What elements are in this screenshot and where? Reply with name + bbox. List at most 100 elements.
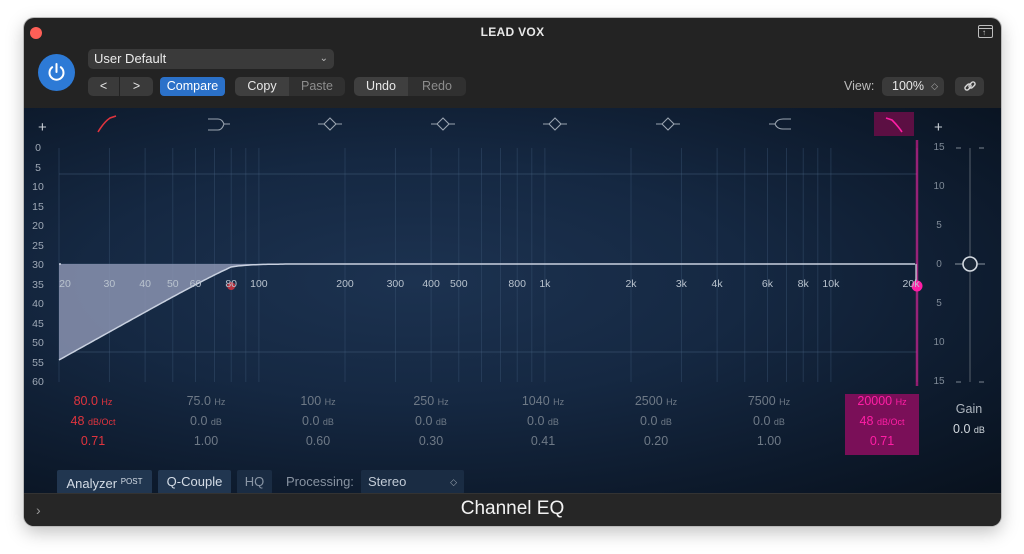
band-1-freq[interactable]: 80.0 Hz — [48, 394, 138, 408]
band-unit: dB — [660, 417, 672, 427]
band-value: 1.00 — [756, 434, 782, 448]
band-7-gain[interactable]: 0.0 dB — [724, 414, 814, 428]
freq-label: 50 — [166, 278, 179, 290]
processing-select[interactable]: Stereo ◇ — [361, 470, 464, 494]
band-7-freq[interactable]: 7500 Hz — [724, 394, 814, 408]
freq-label: 3k — [675, 278, 687, 290]
band-unit: dB — [210, 417, 222, 427]
band-8-freq[interactable]: 20000 Hz — [837, 394, 927, 408]
freq-label: 6k — [761, 278, 773, 290]
band-unit: dB/Oct — [87, 417, 116, 427]
next-preset-button[interactable]: > — [120, 77, 153, 96]
band-value: 100 — [300, 394, 322, 408]
band-1-gain[interactable]: 48 dB/Oct — [48, 414, 138, 428]
freq-label: 20 — [59, 278, 71, 290]
preset-value: User Default — [94, 51, 167, 66]
freq-label: 400 — [422, 278, 440, 290]
band-value: 0.30 — [418, 434, 444, 448]
freq-label: 4k — [711, 278, 723, 290]
freq-label: 800 — [508, 278, 526, 290]
band-value: 20000 — [857, 394, 893, 408]
band-4-freq[interactable]: 250 Hz — [386, 394, 476, 408]
band-value: 75.0 — [186, 394, 211, 408]
hq-button[interactable]: HQ — [237, 470, 272, 494]
band-value: 0.0 — [190, 414, 208, 428]
freq-label: 1k — [539, 278, 551, 290]
band-4-gain[interactable]: 0.0 dB — [386, 414, 476, 428]
band-value: 0.0 — [753, 414, 771, 428]
band-unit: Hz — [666, 397, 678, 407]
power-button[interactable] — [38, 54, 75, 91]
freq-label: 500 — [450, 278, 468, 290]
band-2-freq[interactable]: 75.0 Hz — [161, 394, 251, 408]
band-value: 0.60 — [305, 434, 331, 448]
plugin-name: Channel EQ — [460, 498, 565, 519]
band-value: 0.41 — [530, 434, 556, 448]
eq-graph[interactable] — [24, 108, 1001, 408]
plugin-footer: › Channel EQ — [24, 493, 1001, 526]
band-value: 250 — [413, 394, 435, 408]
band-unit: Hz — [101, 397, 113, 407]
view-zoom-select[interactable]: 100% ◇ — [882, 77, 944, 96]
undo-button[interactable]: Undo — [354, 77, 408, 96]
freq-label: 40 — [139, 278, 151, 290]
band-unit: Hz — [324, 397, 336, 407]
analyzer-button[interactable]: Analyzer POST — [57, 470, 152, 494]
redo-button[interactable]: Redo — [408, 77, 466, 96]
view-label: View: — [844, 79, 875, 93]
band-value: 80.0 — [73, 394, 98, 408]
stepper-icon: ◇ — [450, 477, 457, 487]
processing-label: Processing: — [286, 474, 354, 489]
gain-slider-knob[interactable] — [962, 256, 978, 272]
band-7-q[interactable]: 1.00 — [724, 434, 814, 448]
power-icon — [48, 63, 65, 81]
band-6-gain[interactable]: 0.0 dB — [611, 414, 701, 428]
band-2-q[interactable]: 1.00 — [161, 434, 251, 448]
band-unit: dB — [773, 417, 785, 427]
gain-label: Gain — [955, 402, 983, 416]
freq-label: 100 — [250, 278, 268, 290]
band-unit: Hz — [553, 397, 565, 407]
band-5-q[interactable]: 0.41 — [498, 434, 588, 448]
eq-display[interactable]: + + 0 5 10 15 20 25 30 35 40 45 50 55 60 15 10 5 0 5 10 15… — [24, 108, 1001, 494]
compare-button[interactable]: Compare — [160, 77, 225, 96]
band-6-q[interactable]: 0.20 — [611, 434, 701, 448]
processing-value: Stereo — [368, 474, 407, 489]
chevron-down-icon: ⌄ — [319, 53, 328, 64]
low-cut-fill — [59, 264, 917, 382]
band-3-q[interactable]: 0.60 — [273, 434, 363, 448]
band-2-gain[interactable]: 0.0 dB — [161, 414, 251, 428]
band-8-q[interactable]: 0.71 — [837, 434, 927, 448]
previous-preset-button[interactable]: < — [88, 77, 119, 96]
q-couple-button[interactable]: Q-Couple — [158, 470, 231, 494]
band-4-q[interactable]: 0.30 — [386, 434, 476, 448]
band-unit: Hz — [779, 397, 791, 407]
band-value: 48 — [859, 414, 874, 428]
band-value: 48 — [70, 414, 85, 428]
band-6-freq[interactable]: 2500 Hz — [611, 394, 701, 408]
freq-label: 2k — [625, 278, 637, 290]
band-1-q[interactable]: 0.71 — [48, 434, 138, 448]
band-value: 0.71 — [80, 434, 106, 448]
freq-label: 300 — [386, 278, 405, 290]
freq-label: 30 — [103, 278, 116, 290]
band-5-gain[interactable]: 0.0 dB — [498, 414, 588, 428]
freq-label: 10k — [822, 278, 840, 290]
gain-value[interactable]: 0.0 dB — [944, 422, 994, 436]
link-button[interactable] — [955, 77, 984, 96]
freq-label: 200 — [336, 278, 354, 290]
band-5-freq[interactable]: 1040 Hz — [498, 394, 588, 408]
gain-unit: dB — [973, 425, 985, 435]
preset-dropdown[interactable]: User Default ⌄ — [88, 49, 334, 69]
link-icon — [963, 81, 976, 91]
band-value: 1040 — [521, 394, 550, 408]
band-unit: dB — [322, 417, 334, 427]
paste-button[interactable]: Paste — [289, 77, 345, 96]
band-unit: Hz — [437, 397, 449, 407]
copy-button[interactable]: Copy — [235, 77, 289, 96]
float-window-icon[interactable]: ↑ — [978, 25, 993, 38]
band-8-gain[interactable]: 48 dB/Oct — [837, 414, 927, 428]
band-3-freq[interactable]: 100 Hz — [273, 394, 363, 408]
band-value: 0.0 — [415, 414, 433, 428]
band-3-gain[interactable]: 0.0 dB — [273, 414, 363, 428]
